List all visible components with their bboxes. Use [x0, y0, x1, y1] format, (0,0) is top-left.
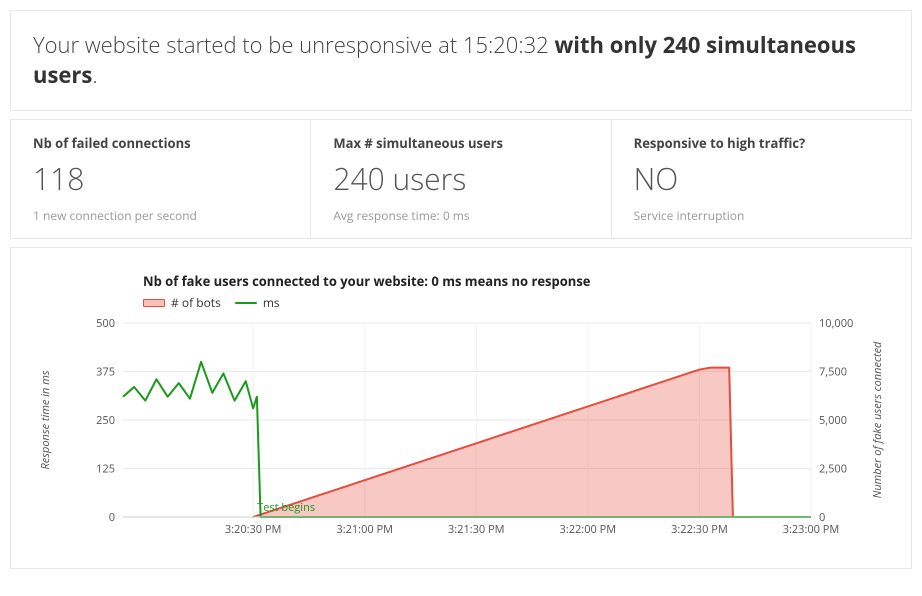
- summary-panel: Your website started to be unresponsive …: [10, 10, 912, 111]
- svg-text:3:22:00 PM: 3:22:00 PM: [560, 522, 617, 537]
- svg-text:2,500: 2,500: [819, 462, 847, 477]
- stat-failed-label: Nb of failed connections: [33, 134, 288, 152]
- stat-failed-value: 118: [33, 158, 288, 199]
- legend-swatch-bots: [143, 299, 165, 307]
- summary-text: Your website started to be unresponsive …: [33, 31, 889, 90]
- svg-text:5,000: 5,000: [819, 413, 847, 428]
- stat-responsive-label: Responsive to high traffic?: [634, 134, 889, 152]
- summary-prefix: Your website started to be unresponsive …: [33, 30, 554, 60]
- svg-text:7,500: 7,500: [819, 365, 847, 380]
- svg-text:125: 125: [96, 462, 115, 477]
- legend-label-ms: ms: [263, 294, 280, 311]
- svg-text:375: 375: [96, 365, 115, 380]
- chart-panel: Nb of fake users connected to your websi…: [10, 247, 912, 569]
- svg-text:3:21:00 PM: 3:21:00 PM: [336, 522, 393, 537]
- svg-text:0: 0: [109, 510, 115, 525]
- summary-suffix: .: [92, 60, 97, 90]
- stat-responsive-value: NO: [634, 158, 889, 199]
- svg-text:Response time in ms: Response time in ms: [38, 371, 53, 470]
- stat-failed-sub: 1 new connection per second: [33, 207, 288, 224]
- stat-responsive-sub: Service interruption: [634, 207, 889, 224]
- stat-max-label: Max # simultaneous users: [333, 134, 588, 152]
- stat-responsive: Responsive to high traffic? NO Service i…: [612, 119, 912, 239]
- stat-failed: Nb of failed connections 118 1 new conne…: [10, 119, 311, 239]
- svg-text:3:23:00 PM: 3:23:00 PM: [783, 522, 840, 537]
- stats-row: Nb of failed connections 118 1 new conne…: [10, 119, 912, 239]
- svg-text:3:22:30 PM: 3:22:30 PM: [671, 522, 728, 537]
- svg-text:10,000: 10,000: [819, 317, 853, 331]
- legend-item-ms: ms: [235, 294, 280, 311]
- svg-text:500: 500: [96, 317, 115, 331]
- legend-swatch-ms: [235, 302, 257, 304]
- legend-item-bots: # of bots: [143, 294, 221, 311]
- legend-label-bots: # of bots: [171, 294, 221, 311]
- stat-max-sub: Avg response time: 0 ms: [333, 207, 588, 224]
- svg-text:3:20:30 PM: 3:20:30 PM: [225, 522, 282, 537]
- chart-legend: # of bots ms: [143, 294, 891, 311]
- stat-max-users: Max # simultaneous users 240 users Avg r…: [311, 119, 611, 239]
- svg-text:250: 250: [96, 413, 115, 428]
- chart-svg: 012525037550002,5005,0007,50010,0003:20:…: [31, 317, 893, 547]
- svg-text:Number of fake users connected: Number of fake users connected: [870, 341, 885, 498]
- chart-title: Nb of fake users connected to your websi…: [143, 272, 891, 290]
- stat-max-value: 240 users: [333, 158, 588, 199]
- svg-text:Test begins: Test begins: [257, 500, 315, 515]
- svg-text:3:21:30 PM: 3:21:30 PM: [448, 522, 505, 537]
